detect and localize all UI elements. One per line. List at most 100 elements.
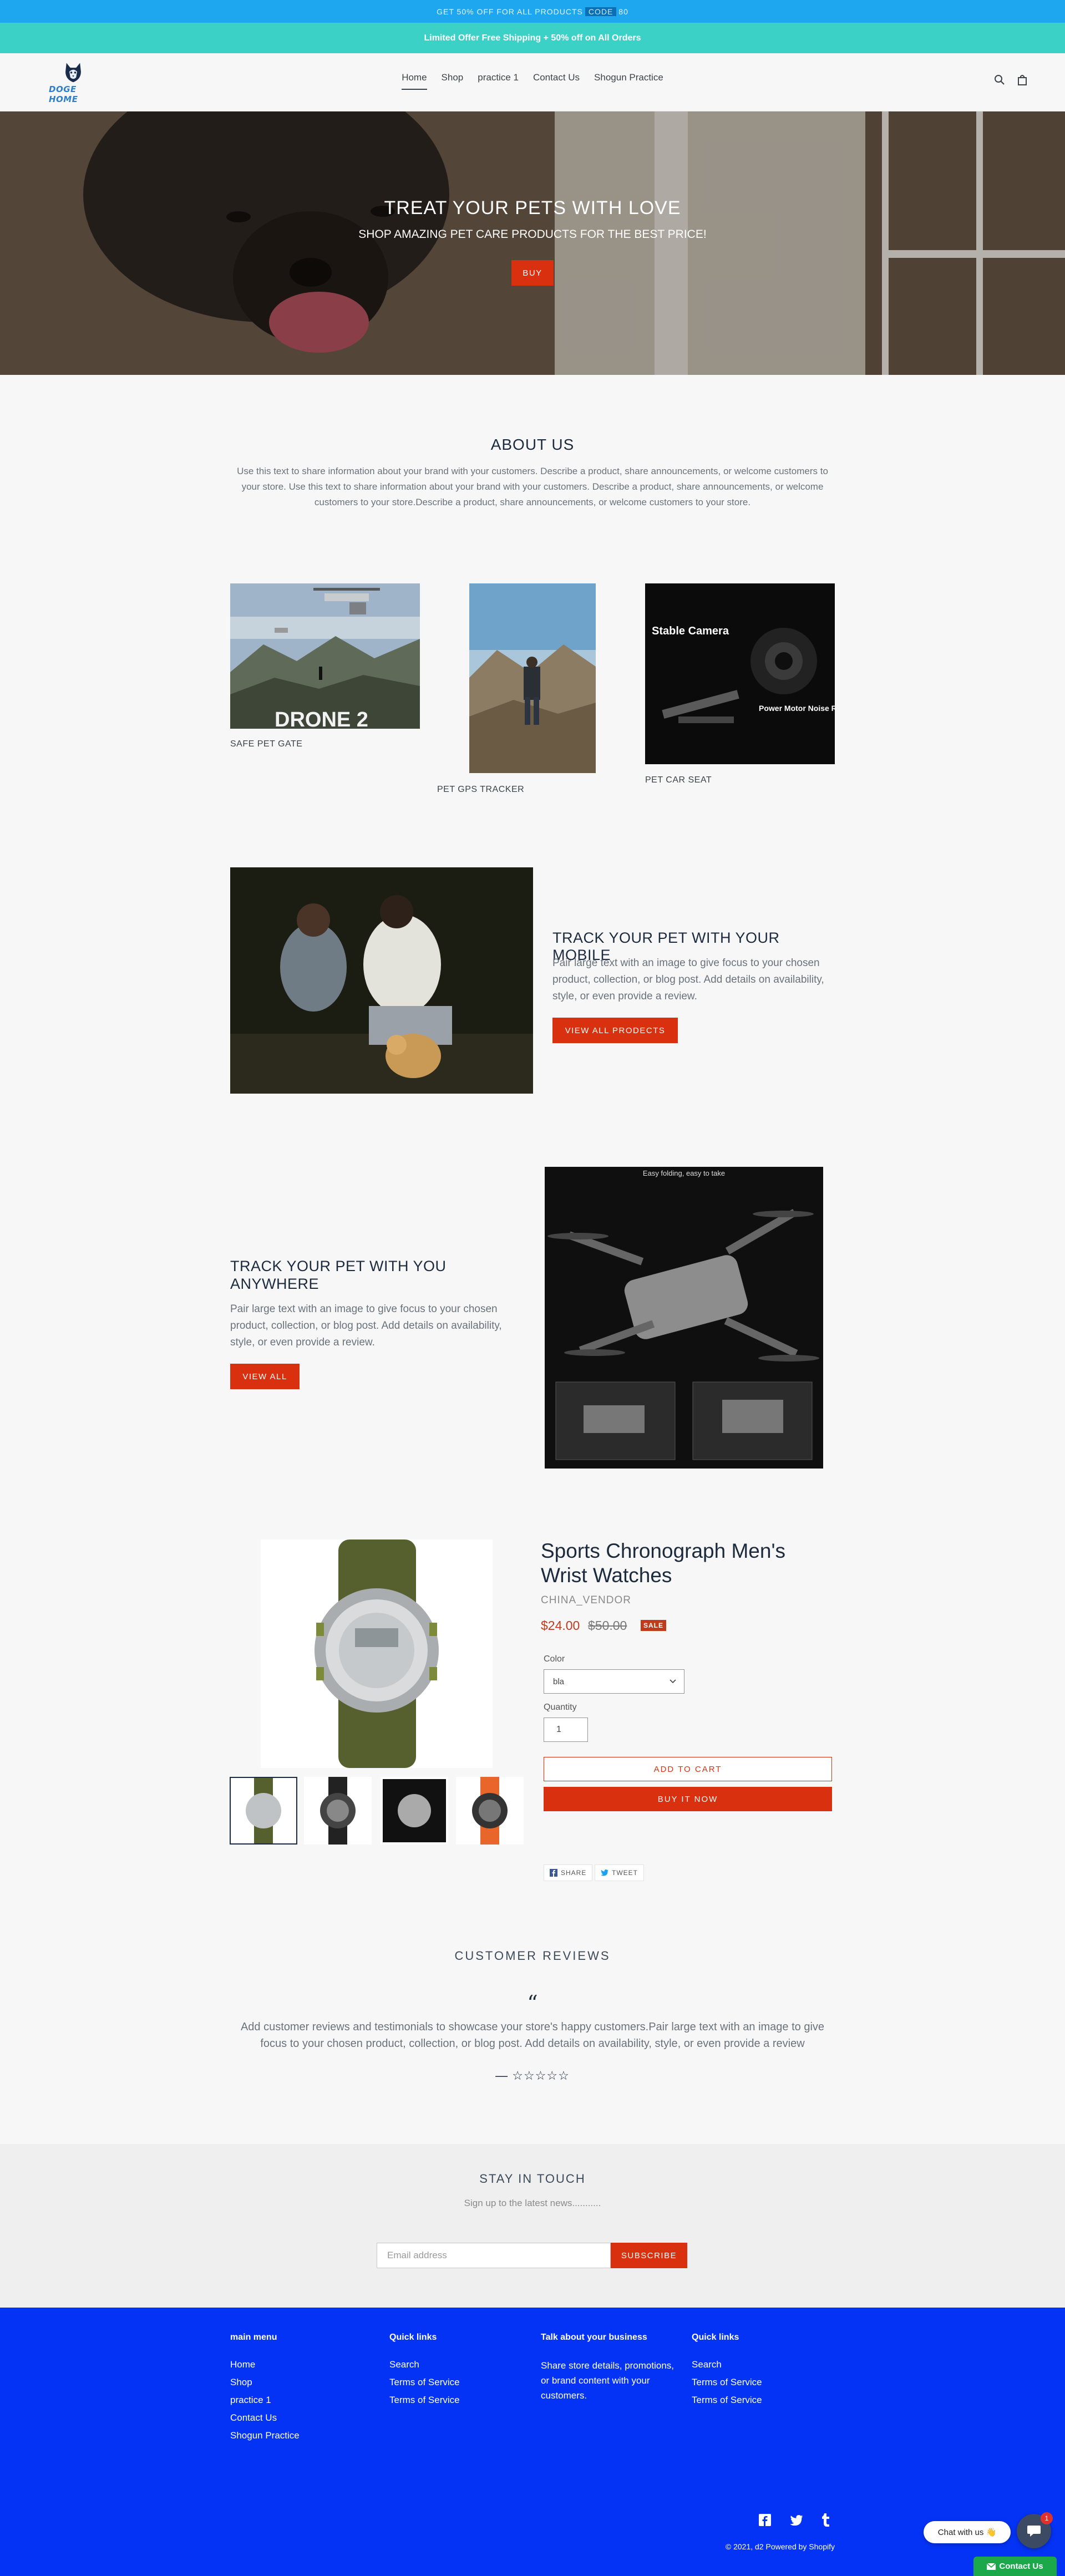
quote-icon: “ [527, 1991, 538, 2015]
about-text: Use this text to share information about… [237, 466, 828, 507]
hero-title: TREAT YOUR PETS WITH LOVE [384, 197, 681, 219]
footer-link-terms[interactable]: Terms of Service [389, 2374, 460, 2391]
footer-heading-quick-links-2: Quick links [692, 2333, 739, 2342]
search-icon[interactable] [993, 73, 1006, 87]
chevron-down-icon [670, 1679, 676, 1684]
shipping-bar: Limited Offer Free Shipping + 50% off on… [0, 23, 1065, 53]
subscribe-button[interactable]: SUBSCRIBE [611, 2243, 687, 2268]
camera-image-caption: Power Motor Noise Reduction Bladea [759, 704, 835, 713]
email-input[interactable]: Email address [377, 2243, 611, 2268]
contact-tab-label: Contact Us [999, 2562, 1043, 2571]
view-all-button[interactable]: VIEW ALL [230, 1364, 300, 1389]
hero-banner [0, 111, 1065, 375]
footer-link-terms[interactable]: Terms of Service [389, 2391, 460, 2409]
footer-link-terms[interactable]: Terms of Service [692, 2374, 762, 2391]
color-select[interactable]: bla [544, 1669, 684, 1694]
drone-camera-image: Stable Camera Power Motor Noise Reductio… [645, 583, 835, 764]
nav-item-shogun-practice[interactable]: Shogun Practice [594, 72, 663, 90]
collection-label-pet-car-seat[interactable]: PET CAR SEAT [645, 775, 712, 785]
feature1-image [230, 867, 533, 1094]
view-all-products-button[interactable]: VIEW ALL PRODECTS [552, 1018, 678, 1043]
promo-bar: GET 50% OFF FOR ALL PRODUCTS CODE 80 [0, 0, 1065, 23]
twitter-icon[interactable] [790, 2515, 803, 2526]
product-main-image[interactable] [261, 1539, 493, 1768]
twitter-icon [601, 1869, 608, 1876]
site-logo[interactable]: DOGE HOME [49, 61, 98, 104]
chat-unread-badge: 1 [1041, 2512, 1053, 2524]
footer-link-contact-us[interactable]: Contact Us [230, 2409, 300, 2427]
nav-item-contact-us[interactable]: Contact Us [533, 72, 580, 90]
drone-image-text: DRONE 2 [275, 708, 368, 729]
hero-subtitle: SHOP AMAZING PET CARE PRODUCTS FOR THE B… [358, 228, 707, 241]
promo-code: CODE [585, 7, 617, 16]
collection-image-drone[interactable]: DRONE 2 [230, 583, 420, 729]
product-thumb-4[interactable] [456, 1777, 524, 1845]
dog-logo-icon [65, 63, 81, 83]
product-thumb-1[interactable] [230, 1777, 297, 1845]
quantity-label: Quantity [544, 1703, 577, 1712]
footer-link-shop[interactable]: Shop [230, 2374, 300, 2391]
nav-item-shop[interactable]: Shop [442, 72, 464, 90]
product-thumb-2[interactable] [304, 1777, 372, 1845]
feature1-text: Pair large text with an image to give fo… [552, 957, 824, 1002]
watch-thumb-black-image [320, 1777, 356, 1845]
review-text: Add customer reviews and testimonials to… [240, 2021, 825, 2050]
newsletter-section [0, 2144, 1065, 2308]
feature2-text: Pair large text with an image to give fo… [230, 1303, 502, 1348]
color-label: Color [544, 1654, 565, 1664]
quantity-input[interactable]: 1 [544, 1718, 588, 1742]
newsletter-subtitle: Sign up to the latest news........... [464, 2198, 601, 2208]
hiker-mountain-image [469, 583, 596, 773]
nav-item-practice-1[interactable]: practice 1 [478, 72, 519, 90]
footer-link-search[interactable]: Search [692, 2356, 762, 2374]
facebook-icon[interactable] [759, 2514, 771, 2526]
footer-col4-links: Search Terms of Service Terms of Service [692, 2356, 762, 2409]
footer-link-practice-1[interactable]: practice 1 [230, 2391, 300, 2409]
review-stars: — ☆☆☆☆☆ [495, 2069, 570, 2082]
logo-text: DOGE HOME [49, 84, 78, 104]
nav-item-home[interactable]: Home [402, 72, 427, 90]
footer-heading-main-menu: main menu [230, 2333, 277, 2342]
footer-link-search[interactable]: Search [389, 2356, 460, 2374]
men-with-dog-image [230, 867, 533, 1094]
chat-bubble[interactable]: Chat with us 👋 [924, 2521, 1011, 2543]
collection-label-safe-pet-gate[interactable]: SAFE PET GATE [230, 739, 302, 749]
tumblr-icon[interactable] [821, 2513, 830, 2527]
share-facebook-button[interactable]: SHARE [544, 1864, 593, 1881]
add-to-cart-button[interactable]: ADD TO CART [544, 1757, 832, 1781]
feature2-title: TRACK YOUR PET WITH YOU ANYWHERE [230, 1258, 447, 1292]
watch-thumb-orange-image [472, 1777, 508, 1845]
main-nav: Home Shop practice 1 Contact Us Shogun P… [388, 72, 677, 90]
color-select-value: bla [553, 1676, 565, 1686]
footer-link-home[interactable]: Home [230, 2356, 300, 2374]
collection-image-camera[interactable]: Stable Camera Power Motor Noise Reductio… [645, 583, 835, 764]
promo-suffix: 80 [618, 7, 628, 16]
collection-image-gps[interactable] [469, 583, 596, 773]
watch-thumb-green-image [246, 1778, 281, 1843]
footer-heading-business: Talk about your business [541, 2333, 647, 2342]
drone-mountain-image: DRONE 2 [230, 583, 420, 729]
tweet-button[interactable]: TWEET [595, 1864, 644, 1881]
mail-icon [987, 2563, 996, 2570]
feature2-image-caption: Easy folding, easy to take [643, 1169, 725, 1177]
about-title: ABOUT US [490, 436, 575, 453]
hero-overlay [0, 111, 1065, 375]
folding-drone-image: Easy folding, easy to take [545, 1167, 823, 1469]
feature2-image: Easy folding, easy to take [545, 1167, 823, 1469]
bag-icon[interactable] [1016, 73, 1029, 87]
hero-buy-button[interactable]: BUY [511, 260, 554, 286]
contact-us-tab[interactable]: Contact Us [973, 2557, 1057, 2576]
tweet-label: TWEET [612, 1869, 638, 1877]
footer-heading-quick-links: Quick links [389, 2333, 437, 2342]
collection-label-pet-gps-tracker[interactable]: PET GPS TRACKER [437, 785, 524, 795]
reviews-title: CUSTOMER REVIEWS [454, 1949, 611, 1963]
product-thumb-3[interactable] [381, 1777, 448, 1845]
footer-link-shogun-practice[interactable]: Shogun Practice [230, 2427, 300, 2445]
product-price: $24.00 [541, 1618, 580, 1633]
buy-it-now-button[interactable]: BUY IT NOW [544, 1787, 832, 1811]
footer-link-terms[interactable]: Terms of Service [692, 2391, 762, 2409]
watch-thumb-dark-image [383, 1779, 446, 1842]
sale-badge: SALE [641, 1620, 666, 1631]
watch-image [261, 1539, 493, 1768]
share-label: SHARE [561, 1869, 587, 1877]
